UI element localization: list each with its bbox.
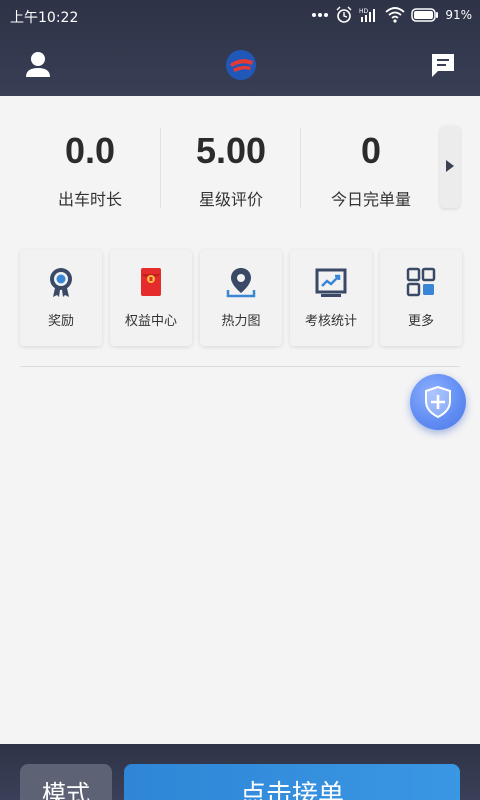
- top-header: 上午10:22 HD 91%: [0, 0, 480, 96]
- stat-duration-label: 出车时长: [57, 190, 122, 209]
- chevron-right-icon: [446, 160, 454, 172]
- accept-orders-label: 点击接单: [239, 780, 344, 800]
- mode-button[interactable]: 模式: [20, 764, 112, 800]
- stat-orders-value: 0: [360, 130, 382, 171]
- stats-chart-icon: [315, 268, 347, 297]
- app-logo-icon: [226, 50, 256, 80]
- quick-action-label: 考核统计: [304, 314, 357, 329]
- alarm-icon: [336, 6, 352, 23]
- user-profile-button[interactable]: [22, 50, 54, 80]
- stat-orders-label: 今日完单量: [330, 190, 411, 209]
- quick-action-label: 更多: [407, 314, 434, 329]
- quick-action-statistics[interactable]: 考核统计: [290, 250, 372, 346]
- stats-expand-button[interactable]: [440, 126, 460, 208]
- content-divider: [20, 366, 460, 367]
- reward-medal-icon: [50, 268, 72, 297]
- app-logo: [224, 48, 258, 82]
- stats-panel: 0.0 出车时长 5.00 星级评价 0 今日完单量: [0, 120, 480, 216]
- bottom-action-bar: 模式 点击接单: [0, 744, 480, 800]
- quick-action-more[interactable]: 更多: [380, 250, 462, 346]
- wifi-icon: [385, 7, 405, 23]
- message-button[interactable]: [430, 52, 456, 78]
- status-bar: 上午10:22 HD 91%: [0, 0, 480, 32]
- signal-icon: HD: [359, 8, 376, 22]
- stat-duration-value: 0.0: [64, 130, 116, 171]
- dots-icon: [312, 13, 329, 17]
- map-pin-icon: [226, 268, 256, 298]
- shield-plus-icon: [425, 386, 451, 418]
- quick-action-reward[interactable]: 奖励: [20, 250, 102, 346]
- quick-action-label: 权益中心: [124, 314, 177, 329]
- stat-rating-label: 星级评价: [198, 190, 263, 209]
- quick-action-label: 热力图: [221, 314, 261, 329]
- battery-icon: [411, 8, 439, 22]
- svg-text:HD: HD: [359, 8, 369, 15]
- quick-actions: 奖励 权益中心 热力图 考核统计 更多: [20, 250, 462, 346]
- quick-action-label: 奖励: [47, 314, 74, 329]
- status-time: 上午10:22: [10, 10, 79, 26]
- stat-duration[interactable]: 0.0 出车时长: [20, 120, 160, 216]
- battery-percent: 91%: [445, 8, 472, 22]
- safety-center-button[interactable]: [410, 374, 466, 430]
- stat-rating[interactable]: 5.00 星级评价: [161, 120, 301, 216]
- mode-button-label: 模式: [42, 780, 90, 800]
- user-icon: [26, 52, 50, 77]
- accept-orders-button[interactable]: 点击接单: [124, 764, 460, 800]
- status-icons: HD 91%: [311, 6, 472, 24]
- stat-orders[interactable]: 0 今日完单量: [301, 120, 441, 216]
- grid-more-icon: [406, 267, 436, 297]
- message-icon: [432, 54, 454, 77]
- quick-action-heatmap[interactable]: 热力图: [200, 250, 282, 346]
- quick-action-benefits[interactable]: 权益中心: [110, 250, 192, 346]
- red-envelope-icon: [141, 268, 161, 296]
- stat-rating-value: 5.00: [195, 130, 267, 171]
